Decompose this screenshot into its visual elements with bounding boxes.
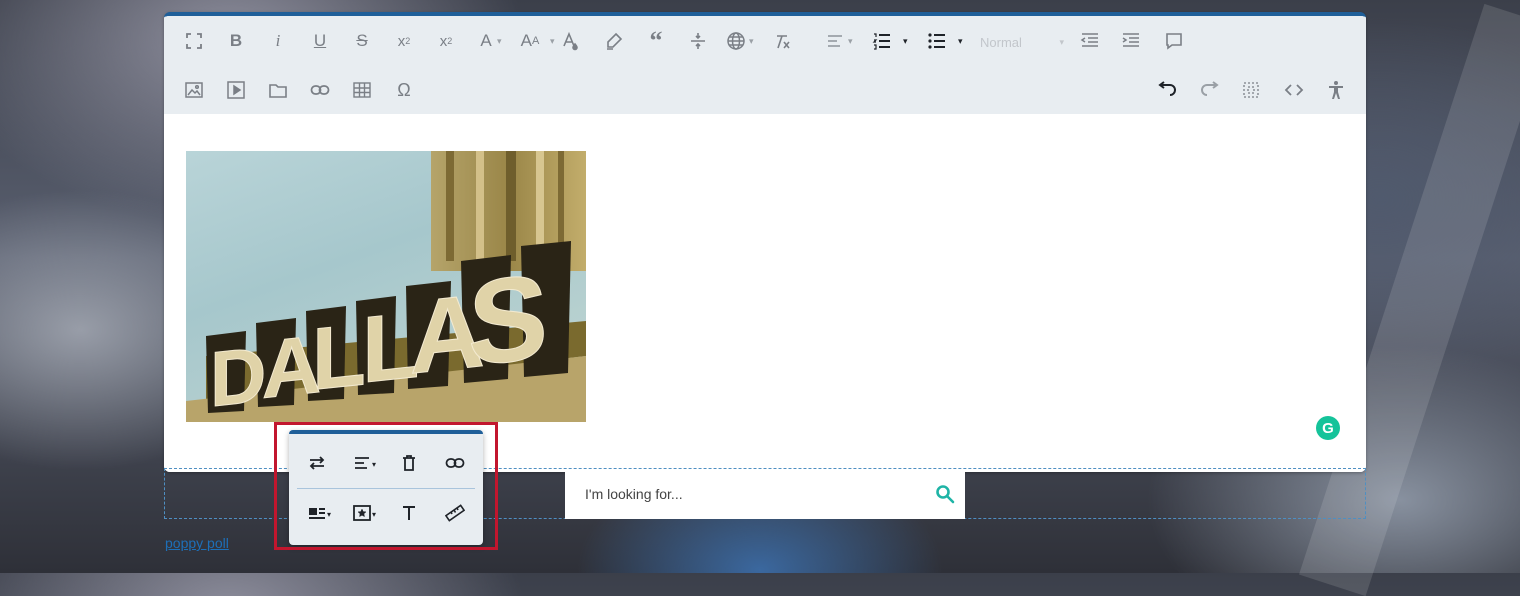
unordered-list-caret-icon[interactable]: ▾	[958, 36, 963, 47]
clear-formatting-icon[interactable]	[767, 26, 797, 56]
editor-content[interactable]: D A L L A S G	[164, 118, 1366, 472]
dallas-sign-image[interactable]: D A L L A S	[186, 151, 586, 422]
comment-icon[interactable]	[1159, 26, 1189, 56]
font-family-caret-icon: ▾	[497, 36, 502, 46]
chevron-down-icon: ▾	[1059, 36, 1064, 47]
bold-icon[interactable]: B	[221, 26, 251, 56]
dallas-sign-illustration: D A L L A S	[186, 151, 586, 422]
strikethrough-icon[interactable]: S	[347, 26, 377, 56]
code-view-icon[interactable]	[1279, 75, 1309, 105]
insert-file-icon[interactable]	[263, 75, 293, 105]
search-input[interactable]: I'm looking for...	[585, 486, 925, 502]
unordered-list-icon[interactable]	[922, 26, 952, 56]
search-icon[interactable]	[925, 484, 965, 504]
editor-toolbar: B i U S x2 x2 A ▾ AA ▾ “ ▾ ▾ ▾ ▾ Normal …	[164, 16, 1366, 114]
paragraph-format-select[interactable]: Normal ▾	[980, 32, 1064, 52]
subscript-icon[interactable]: x2	[389, 26, 419, 56]
grammarly-badge[interactable]: G	[1316, 416, 1340, 440]
text-color-icon[interactable]	[555, 26, 585, 56]
align-icon[interactable]	[820, 26, 850, 56]
paragraph-format-label: Normal	[980, 34, 1022, 50]
insert-link-icon[interactable]	[305, 75, 335, 105]
quote-icon[interactable]: “	[641, 26, 671, 56]
insert-image-icon[interactable]	[179, 75, 209, 105]
poll-link[interactable]: poppy poll	[165, 535, 229, 551]
outdent-icon[interactable]	[1075, 26, 1105, 56]
sign-letter-d: D	[210, 330, 266, 422]
sign-letter-s: S	[468, 249, 548, 391]
rich-text-editor: B i U S x2 x2 A ▾ AA ▾ “ ▾ ▾ ▾ ▾ Normal …	[164, 12, 1366, 472]
redo-icon[interactable]	[1195, 75, 1225, 105]
toolbar-row-2: Ω	[164, 67, 1366, 113]
insert-video-icon[interactable]	[221, 75, 251, 105]
indent-icon[interactable]	[1116, 26, 1146, 56]
language-icon[interactable]	[721, 26, 751, 56]
align-caret-icon: ▾	[848, 36, 853, 46]
ordered-list-icon[interactable]	[867, 26, 897, 56]
font-size-caret-icon: ▾	[550, 36, 555, 46]
language-caret-icon: ▾	[749, 36, 754, 46]
highlight-icon[interactable]	[599, 26, 629, 56]
selection-highlight-box	[274, 422, 498, 550]
insert-table-icon[interactable]	[347, 75, 377, 105]
sign-letter-l1: L	[312, 304, 366, 408]
fullscreen-icon[interactable]	[179, 26, 209, 56]
italic-icon[interactable]: i	[263, 26, 293, 56]
superscript-icon[interactable]: x2	[431, 26, 461, 56]
ordered-list-caret-icon[interactable]: ▾	[903, 36, 908, 47]
toolbar-row-1: B i U S x2 x2 A ▾ AA ▾ “ ▾ ▾ ▾ ▾ Normal …	[164, 18, 1366, 64]
font-size-icon[interactable]: AA	[512, 26, 548, 56]
select-all-icon[interactable]	[1236, 75, 1266, 105]
special-characters-icon[interactable]: Ω	[389, 75, 419, 105]
underline-icon[interactable]: U	[305, 26, 335, 56]
accessibility-icon[interactable]	[1321, 75, 1351, 105]
search-bar[interactable]: I'm looking for...	[565, 469, 965, 519]
undo-icon[interactable]	[1152, 75, 1182, 105]
horizontal-line-icon[interactable]	[683, 26, 713, 56]
